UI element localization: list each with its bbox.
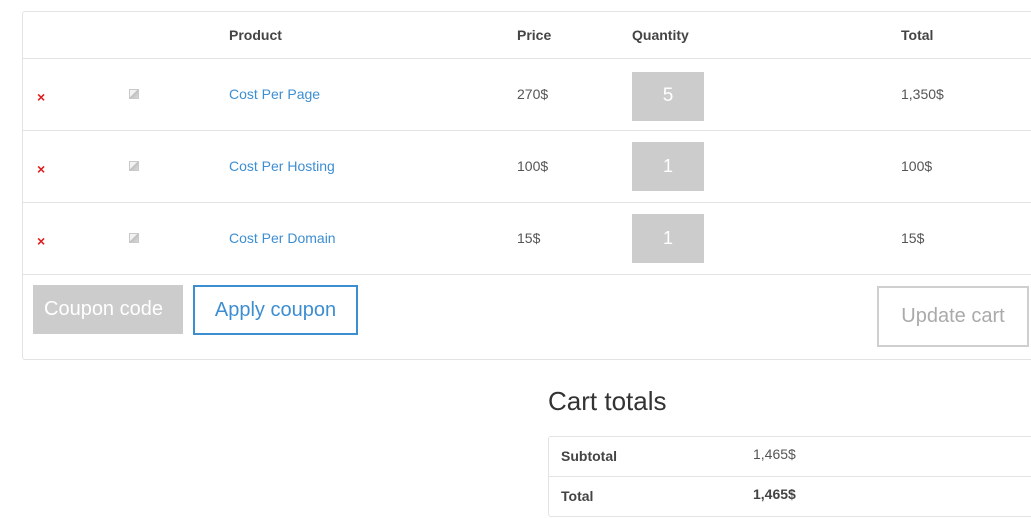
- remove-item-icon[interactable]: ×: [37, 162, 45, 176]
- product-name-link[interactable]: Cost Per Hosting: [229, 158, 335, 174]
- quantity-input[interactable]: [632, 71, 704, 121]
- total-value: 1,465$: [753, 486, 796, 502]
- apply-coupon-button[interactable]: Apply coupon: [193, 285, 358, 335]
- quantity-input[interactable]: [632, 141, 704, 191]
- update-cart-button[interactable]: Update cart: [877, 286, 1029, 347]
- subtotal-label: Subtotal: [561, 448, 617, 464]
- product-name-link[interactable]: Cost Per Page: [229, 86, 320, 102]
- cart-form: Product Price Quantity Total × Cost Per …: [22, 11, 1031, 360]
- cart-totals-title: Cart totals: [548, 386, 667, 416]
- header-price: Price: [517, 12, 632, 59]
- product-thumbnail-icon[interactable]: [129, 161, 139, 171]
- product-subtotal: 100$: [901, 130, 1031, 203]
- cart-table-header: Product Price Quantity Total: [23, 12, 1031, 59]
- header-total: Total: [901, 12, 1031, 59]
- header-remove: [23, 12, 129, 59]
- product-thumbnail-icon[interactable]: [129, 233, 139, 243]
- header-product: Product: [229, 12, 517, 59]
- cart-page: Product Price Quantity Total × Cost Per …: [0, 0, 1031, 518]
- cart-table: Product Price Quantity Total × Cost Per …: [23, 12, 1031, 275]
- total-label: Total: [561, 488, 594, 504]
- coupon-code-input[interactable]: [33, 285, 183, 334]
- product-price: 100$: [517, 130, 632, 203]
- product-subtotal: 1,350$: [901, 58, 1031, 131]
- subtotal-row: Subtotal 1,465$: [549, 437, 1031, 477]
- remove-item-icon[interactable]: ×: [37, 234, 45, 248]
- subtotal-value: 1,465$: [753, 446, 796, 462]
- quantity-input[interactable]: [632, 213, 704, 263]
- product-name-link[interactable]: Cost Per Domain: [229, 230, 336, 246]
- total-row: Total 1,465$: [549, 477, 1031, 517]
- cart-item-row: × Cost Per Domain 15$ 15$: [23, 202, 1031, 275]
- cart-totals-table: Subtotal 1,465$ Total 1,465$: [548, 436, 1031, 517]
- product-subtotal: 15$: [901, 202, 1031, 275]
- product-thumbnail-icon[interactable]: [129, 89, 139, 99]
- product-price: 270$: [517, 58, 632, 131]
- remove-item-icon[interactable]: ×: [37, 90, 45, 104]
- cart-item-row: × Cost Per Hosting 100$ 100$: [23, 130, 1031, 203]
- header-thumbnail: [129, 12, 229, 59]
- product-price: 15$: [517, 202, 632, 275]
- cart-item-row: × Cost Per Page 270$ 1,350$: [23, 58, 1031, 131]
- header-quantity: Quantity: [632, 12, 901, 59]
